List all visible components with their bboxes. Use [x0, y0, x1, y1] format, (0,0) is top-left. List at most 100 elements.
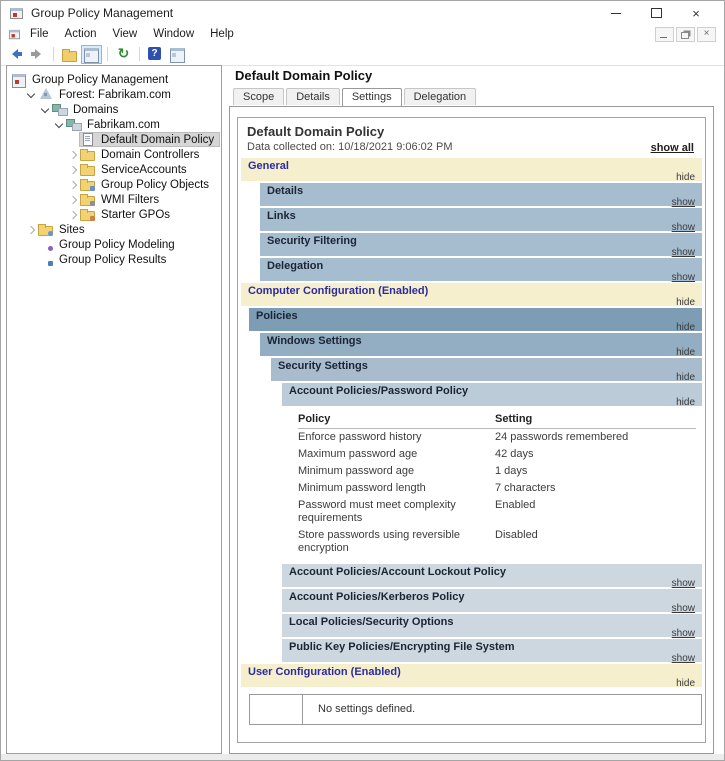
section-delegation: Delegation show: [260, 257, 702, 283]
tree-item-label: Group Policy Management: [32, 73, 169, 86]
table-header-row: Policy Setting: [298, 410, 696, 429]
upfolder-icon[interactable]: [60, 46, 79, 63]
wmi-folder-icon: [80, 193, 96, 206]
section-account-policies-kerberos-policy: Account Policies/Kerberos Policy show: [282, 588, 702, 614]
chevron-down-icon[interactable]: [39, 104, 52, 116]
toggle-policies-link[interactable]: hide: [676, 322, 695, 333]
console-window-icon[interactable]: [168, 46, 187, 63]
gpo-report: Default Domain Policy Data collected on:…: [237, 117, 706, 743]
toggle-user-configuration-enabled-link[interactable]: hide: [676, 678, 695, 689]
tree-item-domains[interactable]: Domains: [7, 102, 221, 117]
gpo-icon: [80, 133, 96, 146]
tab-settings[interactable]: Settings: [341, 88, 402, 106]
tree-item-group-policy-modeling[interactable]: Group Policy Modeling: [7, 237, 221, 252]
icon-accent-dot: [90, 216, 95, 221]
maximize-button[interactable]: [636, 2, 676, 24]
toggle-account-policies-account-lockout-policy-link[interactable]: show: [672, 578, 695, 589]
policy-setting: 24 passwords remembered: [495, 430, 629, 443]
menu-file[interactable]: File: [22, 28, 57, 40]
tree-item-group-policy-objects[interactable]: Group Policy Objects: [7, 177, 221, 192]
tree-item-label: Default Domain Policy: [101, 133, 215, 146]
tab-scope[interactable]: Scope: [233, 88, 285, 105]
menu-action[interactable]: Action: [57, 28, 105, 40]
menu-window[interactable]: Window: [145, 28, 202, 40]
gpo-folder-icon: [80, 178, 96, 191]
tree-item-label: WMI Filters: [101, 193, 160, 206]
forward-icon[interactable]: [28, 46, 47, 63]
tree-item-label: Starter GPOs: [101, 208, 171, 221]
toggle-public-key-policies-encrypting-file-system-link[interactable]: show: [672, 653, 695, 664]
tree-item-content: Group Policy Modeling: [38, 238, 180, 251]
child-minimize-button[interactable]: [655, 26, 674, 42]
tree-item-sites[interactable]: Sites: [7, 222, 221, 237]
column-header-setting: Setting: [495, 410, 696, 429]
menu-help[interactable]: Help: [202, 28, 242, 40]
window-title: Group Policy Management: [31, 6, 174, 20]
show-all-link[interactable]: show all: [651, 142, 694, 154]
tree-item-domain-controllers[interactable]: Domain Controllers: [7, 147, 221, 162]
section-policies: Policies hide: [249, 307, 702, 333]
policy-name: Password must meet complexity requiremen…: [298, 498, 456, 524]
chevron-right-icon[interactable]: [67, 149, 80, 161]
toggle-computer-configuration-enabled-link[interactable]: hide: [676, 297, 695, 308]
tree-item-fabrikam-com[interactable]: Fabrikam.com: [7, 117, 221, 132]
toggle-account-policies-password-policy-link[interactable]: hide: [676, 397, 695, 408]
menu-bar: File Action View Window Help ×: [1, 25, 724, 43]
toggle-general-link[interactable]: hide: [676, 172, 695, 183]
forest-icon: [38, 88, 54, 101]
tree-item-group-policy-management[interactable]: Group Policy Management: [7, 72, 221, 88]
toggle-security-filtering-link[interactable]: show: [672, 247, 695, 258]
chevron-right-icon[interactable]: [67, 164, 80, 176]
tree-item-content: Group Policy Management: [11, 73, 173, 88]
back-icon[interactable]: [6, 46, 25, 63]
tree-item-content: Group Policy Results: [38, 253, 171, 266]
chevron-right-icon[interactable]: [67, 209, 80, 221]
help-icon[interactable]: [146, 46, 165, 63]
section-account-policies-password-policy: Account Policies/Password Policy hide: [282, 382, 702, 408]
chevron-right-icon[interactable]: [67, 194, 80, 206]
refresh-icon[interactable]: ↻: [114, 46, 133, 63]
toggle-account-policies-kerberos-policy-link[interactable]: show: [672, 603, 695, 614]
section-user-configuration-enabled: User Configuration (Enabled) hide: [241, 663, 702, 689]
icon-accent-dot: [48, 231, 53, 236]
child-restore-icon: [681, 31, 689, 39]
no-settings-text: No settings defined.: [318, 703, 416, 715]
chevron-down-icon[interactable]: [53, 119, 66, 131]
tree-item-serviceaccounts[interactable]: ServiceAccounts: [7, 162, 221, 177]
page-title: Default Domain Policy: [235, 68, 373, 83]
chevron-right-icon[interactable]: [25, 224, 38, 236]
close-button[interactable]: ×: [676, 2, 716, 24]
child-close-icon: ×: [703, 27, 710, 39]
section-security-filtering: Security Filtering show: [260, 232, 702, 258]
toolbar-separator: [53, 47, 54, 61]
section-label: Account Policies/Password Policy: [289, 384, 469, 397]
menu-view[interactable]: View: [105, 28, 146, 40]
toggle-delegation-link[interactable]: show: [672, 272, 695, 283]
tree-item-wmi-filters[interactable]: WMI Filters: [7, 192, 221, 207]
section-label: User Configuration (Enabled): [248, 665, 401, 678]
table-row: Password must meet complexity requiremen…: [298, 497, 696, 527]
child-restore-button[interactable]: [676, 26, 695, 42]
tree-item-default-domain-policy[interactable]: Default Domain Policy: [7, 132, 221, 147]
tab-delegation[interactable]: Delegation: [403, 88, 477, 105]
toggle-local-policies-security-options-link[interactable]: show: [672, 628, 695, 639]
chevron-right-icon[interactable]: [67, 179, 80, 191]
toggle-windows-settings-link[interactable]: hide: [676, 347, 695, 358]
child-close-button[interactable]: ×: [697, 26, 716, 42]
chevron-down-icon[interactable]: [25, 89, 38, 101]
close-icon: ×: [692, 5, 700, 21]
console-tree-icon[interactable]: [81, 44, 102, 64]
toggle-links-link[interactable]: show: [672, 222, 695, 233]
toggle-details-link[interactable]: show: [672, 197, 695, 208]
tab-details[interactable]: Details: [286, 88, 340, 105]
console-root-icon: [11, 73, 27, 88]
tree-item-group-policy-results[interactable]: Group Policy Results: [7, 252, 221, 267]
minimize-button[interactable]: [596, 2, 636, 24]
section-label: Account Policies/Account Lockout Policy: [289, 565, 506, 578]
tree-item-starter-gpos[interactable]: Starter GPOs: [7, 207, 221, 222]
chevron-slot: [67, 134, 80, 146]
policy-name: Store passwords using reversible encrypt…: [298, 528, 461, 554]
toggle-security-settings-link[interactable]: hide: [676, 372, 695, 383]
tree-item-forest-fabrikam-com[interactable]: Forest: Fabrikam.com: [7, 87, 221, 102]
policy-setting: 42 days: [495, 447, 534, 460]
